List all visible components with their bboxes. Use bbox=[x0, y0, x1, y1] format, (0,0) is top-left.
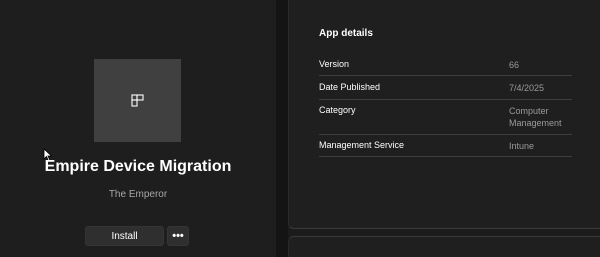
more-options-button[interactable]: ••• bbox=[167, 226, 189, 246]
detail-value: 66 bbox=[509, 60, 520, 70]
detail-label: Version bbox=[319, 59, 350, 69]
detail-row-date-published: Date Published 7/4/2025 bbox=[319, 82, 572, 100]
detail-label: Date Published bbox=[319, 82, 381, 92]
install-button[interactable]: Install bbox=[85, 226, 164, 246]
detail-label: Management Service bbox=[319, 140, 405, 150]
pane-divider bbox=[276, 0, 288, 257]
lower-section-card bbox=[288, 236, 600, 257]
app-publisher: The Emperor bbox=[108, 189, 168, 200]
detail-row-version: Version 66 bbox=[319, 59, 572, 76]
detail-value: Computer Management bbox=[509, 106, 562, 128]
detail-label: Category bbox=[319, 105, 356, 115]
app-grid-icon bbox=[130, 93, 144, 107]
app-title: Empire Device Migration bbox=[44, 158, 232, 175]
detail-row-category: Category Computer Management bbox=[319, 105, 572, 135]
app-icon-tile bbox=[94, 59, 181, 142]
app-details-heading: App details bbox=[319, 28, 373, 39]
detail-value: Intune bbox=[509, 141, 535, 151]
detail-row-management-service: Management Service Intune bbox=[319, 140, 572, 157]
detail-value: 7/4/2025 bbox=[509, 83, 545, 93]
